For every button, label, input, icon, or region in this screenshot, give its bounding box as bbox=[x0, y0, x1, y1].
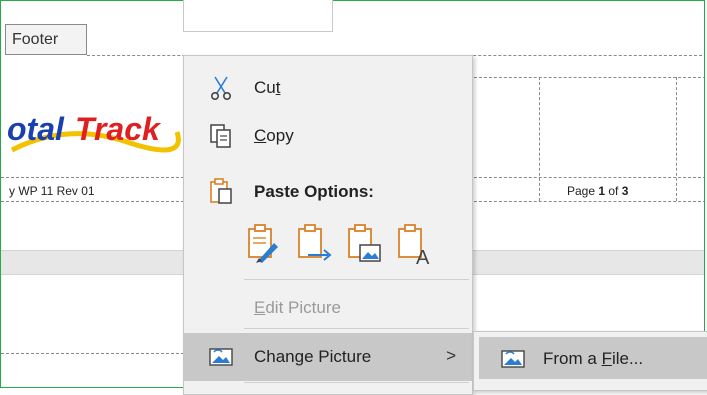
page-number-label: Page 1 of 3 bbox=[567, 184, 629, 198]
submenu-arrow-icon: > bbox=[446, 346, 456, 365]
change-picture-submenu: From a File... bbox=[473, 331, 707, 391]
footer-table-bottom-line-right bbox=[474, 201, 704, 202]
edit-picture-menu-item: Edit Picture bbox=[184, 284, 472, 332]
menu-separator bbox=[244, 328, 469, 329]
paste-merge-icon[interactable] bbox=[294, 221, 334, 265]
change-picture-label: Change Picture bbox=[254, 347, 372, 366]
table-cell-divider bbox=[539, 77, 540, 201]
footer-tab[interactable]: Footer bbox=[5, 24, 87, 55]
menu-separator bbox=[244, 279, 469, 280]
copy-icon bbox=[210, 124, 231, 148]
paste-options-header: Paste Options: bbox=[184, 168, 472, 216]
svg-text:A: A bbox=[416, 247, 430, 265]
footer-boundary-line-lower bbox=[1, 353, 184, 354]
change-picture-menu-item[interactable]: Change Picture > bbox=[184, 333, 472, 381]
footer-table-bottom-line bbox=[1, 201, 184, 202]
edit-picture-label: Edit Picture bbox=[254, 298, 341, 317]
table-top-line bbox=[474, 77, 704, 78]
table-inner-line-left bbox=[1, 177, 184, 178]
paste-keep-formatting-icon[interactable] bbox=[244, 221, 284, 265]
change-picture-icon bbox=[209, 348, 233, 366]
table-inner-line bbox=[474, 177, 704, 178]
paste-options-row: A bbox=[244, 221, 434, 271]
paste-text-only-icon[interactable]: A bbox=[394, 221, 434, 265]
context-menu: Cut Copy Paste Options: A Edit Picture C… bbox=[183, 55, 473, 395]
scissors-icon bbox=[211, 76, 231, 100]
from-file-menu-item[interactable]: From a File... bbox=[479, 337, 707, 379]
logo-text-part1: otal bbox=[7, 111, 65, 147]
paste-options-label: Paste Options: bbox=[254, 182, 374, 201]
mini-toolbar bbox=[183, 0, 333, 32]
from-file-icon bbox=[501, 350, 525, 368]
from-file-label: From a File... bbox=[543, 349, 644, 368]
table-cell-divider bbox=[676, 77, 677, 201]
paste-icon bbox=[210, 178, 232, 204]
logo-text-part2: Track bbox=[75, 111, 162, 147]
menu-separator bbox=[244, 382, 469, 383]
revision-label: y WP 11 Rev 01 bbox=[9, 184, 95, 198]
cut-menu-item[interactable]: Cut bbox=[184, 64, 472, 112]
totaltrack-logo[interactable]: otal Track bbox=[7, 102, 182, 162]
paste-picture-icon[interactable] bbox=[344, 221, 384, 265]
copy-menu-item[interactable]: Copy bbox=[184, 112, 472, 160]
cut-label: Cut bbox=[254, 78, 281, 97]
copy-label: Copy bbox=[254, 126, 294, 145]
